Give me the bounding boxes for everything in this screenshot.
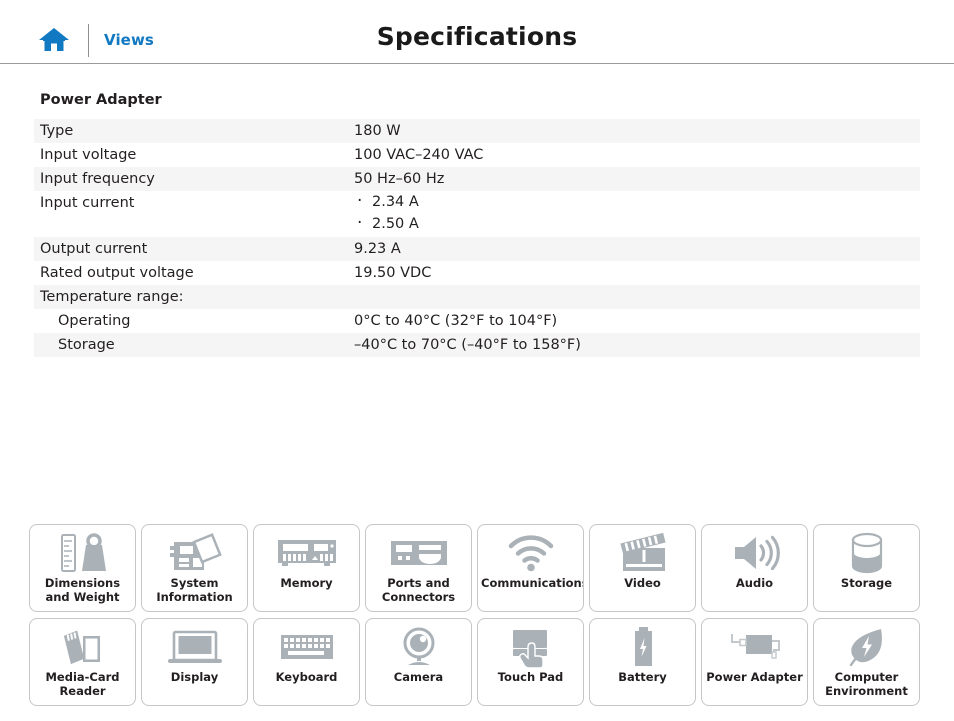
power-adapter-icon xyxy=(702,624,807,670)
wifi-icon xyxy=(478,530,583,576)
media-card-icon xyxy=(30,624,135,670)
table-row: Operating 0°C to 40°C (32°F to 104°F) xyxy=(34,309,920,333)
spec-label: Operating xyxy=(58,313,131,329)
ruler-weight-icon xyxy=(30,530,135,576)
specifications-table: Type 180 W Input voltage 100 VAC–240 VAC… xyxy=(34,119,920,357)
spec-label: Storage xyxy=(58,337,115,353)
table-row: Input frequency 50 Hz–60 Hz xyxy=(34,167,920,191)
spec-value: 180 W xyxy=(354,123,401,139)
battery-icon xyxy=(590,624,695,670)
tile-media-card-reader[interactable]: Media-Card Reader xyxy=(29,618,136,706)
tile-camera[interactable]: Camera xyxy=(365,618,472,706)
spec-label: Input frequency xyxy=(40,171,155,187)
tile-label: Display xyxy=(170,670,219,684)
spec-label: Rated output voltage xyxy=(40,265,194,281)
spec-label: Input current xyxy=(40,195,135,211)
spec-value: 0°C to 40°C (32°F to 104°F) xyxy=(354,313,558,329)
tile-label: Battery xyxy=(618,670,667,684)
tile-label: Communications xyxy=(481,576,584,590)
section-title: Power Adapter xyxy=(40,92,162,108)
list-item: 2.34 A xyxy=(354,190,920,213)
tile-memory[interactable]: Memory xyxy=(253,524,360,612)
tile-storage[interactable]: Storage xyxy=(813,524,920,612)
speaker-icon xyxy=(702,530,807,576)
tile-label: Audio xyxy=(735,576,774,590)
ports-icon xyxy=(366,530,471,576)
tile-label: System Information xyxy=(156,576,233,604)
tile-label: Video xyxy=(624,576,661,590)
category-tile-grid: Dimensions and Weight System Information xyxy=(29,524,925,706)
disk-cylinder-icon xyxy=(814,530,919,576)
clapperboard-icon xyxy=(590,530,695,576)
table-row: Rated output voltage 19.50 VDC xyxy=(34,261,920,285)
webcam-icon xyxy=(366,624,471,670)
spec-label: Temperature range: xyxy=(40,289,184,305)
table-row: Temperature range: xyxy=(34,285,920,309)
tile-label: Camera xyxy=(393,670,444,684)
tile-power-adapter[interactable]: Power Adapter xyxy=(701,618,808,706)
memory-module-icon xyxy=(254,530,359,576)
tile-label: Touch Pad xyxy=(497,670,564,684)
spec-value: 50 Hz–60 Hz xyxy=(354,171,445,187)
tile-label: Memory xyxy=(280,576,333,590)
laptop-display-icon xyxy=(142,624,247,670)
spec-value: 100 VAC–240 VAC xyxy=(354,147,484,163)
touchpad-hand-icon xyxy=(478,624,583,670)
spec-label: Input voltage xyxy=(40,147,137,163)
tile-label: Dimensions and Weight xyxy=(44,576,121,604)
tile-touch-pad[interactable]: Touch Pad xyxy=(477,618,584,706)
spec-value xyxy=(350,285,920,309)
motherboard-icon xyxy=(142,530,247,576)
tile-battery[interactable]: Battery xyxy=(589,618,696,706)
table-row: Storage –40°C to 70°C (–40°F to 158°F) xyxy=(34,333,920,357)
tile-ports-and-connectors[interactable]: Ports and Connectors xyxy=(365,524,472,612)
spec-label: Type xyxy=(40,123,74,139)
tile-keyboard[interactable]: Keyboard xyxy=(253,618,360,706)
keyboard-icon xyxy=(254,624,359,670)
spec-value: 19.50 VDC xyxy=(354,265,432,281)
spec-value-list: 2.34 A 2.50 A xyxy=(350,190,920,237)
tile-communications[interactable]: Communications xyxy=(477,524,584,612)
tile-dimensions-and-weight[interactable]: Dimensions and Weight xyxy=(29,524,136,612)
app-header: Views Specifications xyxy=(0,0,954,64)
table-row: Input voltage 100 VAC–240 VAC xyxy=(34,143,920,167)
spec-label: Output current xyxy=(40,241,148,257)
tile-video[interactable]: Video xyxy=(589,524,696,612)
table-row: Input current 2.34 A 2.50 A xyxy=(34,190,920,237)
list-item: 2.50 A xyxy=(354,212,920,235)
tile-display[interactable]: Display xyxy=(141,618,248,706)
specifications-table-body: Type 180 W Input voltage 100 VAC–240 VAC… xyxy=(34,119,920,357)
table-row: Output current 9.23 A xyxy=(34,237,920,261)
table-row: Type 180 W xyxy=(34,119,920,143)
spec-value: –40°C to 70°C (–40°F to 158°F) xyxy=(354,337,581,353)
tile-label: Media-Card Reader xyxy=(45,670,120,698)
tile-label: Computer Environment xyxy=(825,670,908,698)
tile-label: Keyboard xyxy=(275,670,338,684)
page-title: Specifications xyxy=(376,22,578,51)
tile-label: Ports and Connectors xyxy=(381,576,456,604)
tile-label: Power Adapter xyxy=(706,670,803,684)
tile-system-information[interactable]: System Information xyxy=(141,524,248,612)
spec-value: 9.23 A xyxy=(354,241,401,257)
tile-audio[interactable]: Audio xyxy=(701,524,808,612)
tile-label: Storage xyxy=(840,576,893,590)
tile-computer-environment[interactable]: Computer Environment xyxy=(813,618,920,706)
leaf-bolt-icon xyxy=(814,624,919,670)
bullet-list: 2.34 A 2.50 A xyxy=(354,190,920,235)
